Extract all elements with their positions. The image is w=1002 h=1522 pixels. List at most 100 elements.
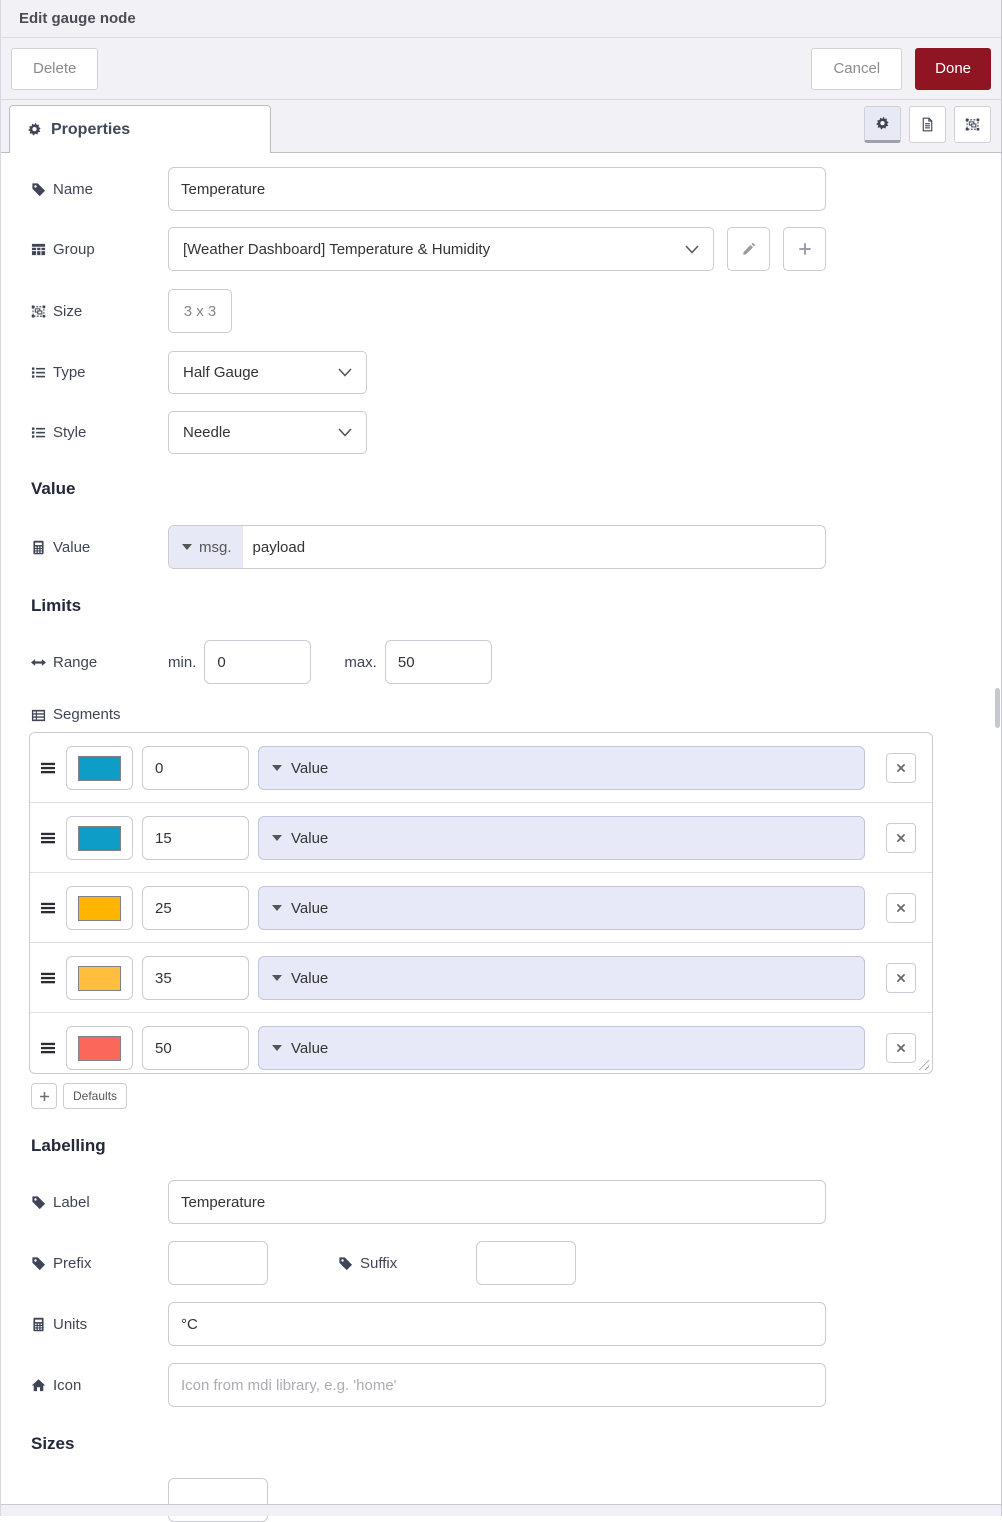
plus-icon bbox=[39, 1091, 50, 1102]
suffix-input[interactable] bbox=[476, 1241, 576, 1285]
defaults-button[interactable]: Defaults bbox=[63, 1083, 128, 1109]
remove-segment-button[interactable] bbox=[886, 823, 916, 853]
typed-input-type-label: msg. bbox=[199, 538, 232, 556]
tag-icon bbox=[31, 182, 46, 197]
range-min-label: min. bbox=[168, 653, 197, 671]
segment-value-input[interactable] bbox=[142, 886, 249, 930]
group-select[interactable]: [Weather Dashboard] Temperature & Humidi… bbox=[168, 227, 714, 271]
segment-type-select[interactable]: Value bbox=[258, 816, 865, 860]
caret-down-icon bbox=[272, 1045, 282, 1051]
segment-type-select[interactable]: Value bbox=[258, 746, 865, 790]
delete-button[interactable]: Delete bbox=[11, 47, 99, 90]
group-edit-button[interactable] bbox=[727, 227, 770, 271]
tab-button-settings[interactable] bbox=[864, 106, 901, 143]
size-button[interactable]: 3 x 3 bbox=[168, 289, 232, 333]
range-label: Range bbox=[31, 654, 168, 671]
segment-type-select[interactable]: Value bbox=[258, 1026, 865, 1070]
remove-segment-button[interactable] bbox=[886, 1033, 916, 1063]
segment-row: Value bbox=[30, 872, 932, 942]
tab-properties[interactable]: Properties bbox=[9, 105, 271, 153]
units-input[interactable] bbox=[168, 1302, 826, 1346]
style-select[interactable]: Needle bbox=[168, 411, 367, 454]
chevron-down-icon bbox=[338, 428, 352, 437]
tag-icon bbox=[338, 1256, 353, 1271]
segment-row: Value bbox=[30, 942, 932, 1012]
drag-handle-icon[interactable] bbox=[40, 830, 56, 846]
add-segment-button[interactable] bbox=[31, 1083, 57, 1109]
typed-input-value: payload bbox=[252, 538, 306, 556]
drag-handle-icon[interactable] bbox=[40, 760, 56, 776]
home-icon bbox=[31, 1378, 46, 1393]
style-row: Style Needle bbox=[31, 411, 1001, 454]
value-typed-input[interactable]: msg. payload bbox=[168, 525, 826, 569]
type-label: Type bbox=[31, 364, 168, 381]
name-input[interactable] bbox=[168, 167, 826, 211]
segment-color-button[interactable] bbox=[66, 1026, 133, 1070]
segment-color-button[interactable] bbox=[66, 816, 133, 860]
caret-down-icon bbox=[272, 905, 282, 911]
remove-segment-button[interactable] bbox=[886, 753, 916, 783]
segment-value-input[interactable] bbox=[142, 956, 249, 1000]
type-select-value: Half Gauge bbox=[183, 364, 259, 381]
close-icon bbox=[896, 833, 906, 843]
tab-button-appearance[interactable] bbox=[954, 106, 991, 143]
caret-down-icon bbox=[182, 544, 192, 550]
caret-down-icon bbox=[272, 975, 282, 981]
segment-value-input[interactable] bbox=[142, 816, 249, 860]
segment-value-input[interactable] bbox=[142, 1026, 249, 1070]
close-icon bbox=[896, 1043, 906, 1053]
tab-bar: Properties bbox=[1, 100, 1001, 153]
segment-color-swatch bbox=[78, 965, 121, 991]
done-button[interactable]: Done bbox=[915, 47, 991, 90]
group-row: Group [Weather Dashboard] Temperature & … bbox=[31, 227, 1001, 271]
file-icon bbox=[920, 117, 935, 132]
section-value: Value bbox=[31, 479, 76, 498]
range-row: Range min. max. bbox=[31, 640, 1001, 684]
drag-handle-icon[interactable] bbox=[40, 1040, 56, 1056]
segment-type-select[interactable]: Value bbox=[258, 886, 865, 930]
calculator-icon bbox=[31, 540, 46, 555]
dialog-header: Edit gauge node bbox=[1, 0, 1001, 38]
list-icon bbox=[31, 365, 46, 380]
segment-color-button[interactable] bbox=[66, 956, 133, 1000]
style-select-value: Needle bbox=[183, 424, 231, 441]
segments-list: Value Value Value bbox=[29, 732, 933, 1074]
segment-color-swatch bbox=[78, 825, 121, 851]
segment-value-input[interactable] bbox=[142, 746, 249, 790]
type-select[interactable]: Half Gauge bbox=[168, 351, 367, 394]
tab-button-description[interactable] bbox=[909, 106, 946, 143]
segment-type-value: Value bbox=[291, 969, 329, 987]
close-icon bbox=[896, 763, 906, 773]
drag-handle-icon[interactable] bbox=[40, 970, 56, 986]
plus-icon bbox=[798, 242, 812, 256]
cancel-button[interactable]: Cancel bbox=[811, 47, 903, 90]
typed-input-type-button[interactable]: msg. bbox=[169, 526, 243, 568]
th-list-icon bbox=[31, 708, 46, 723]
segment-type-value: Value bbox=[291, 829, 329, 847]
pencil-icon bbox=[742, 242, 756, 256]
name-label: Name bbox=[31, 181, 168, 198]
label-input[interactable] bbox=[168, 1180, 826, 1224]
label-row: Label bbox=[31, 1180, 1001, 1224]
group-add-button[interactable] bbox=[783, 227, 826, 271]
icon-input[interactable] bbox=[168, 1363, 826, 1407]
range-min-input[interactable] bbox=[204, 640, 312, 684]
remove-segment-button[interactable] bbox=[886, 963, 916, 993]
gear-icon bbox=[27, 122, 42, 137]
size-label: Size bbox=[31, 303, 168, 320]
range-max-input[interactable] bbox=[384, 640, 492, 684]
segment-type-select[interactable]: Value bbox=[258, 956, 865, 1000]
label-label: Label bbox=[31, 1194, 168, 1211]
remove-segment-button[interactable] bbox=[886, 893, 916, 923]
edit-node-dialog: Edit gauge node Delete Cancel Done Prope… bbox=[0, 0, 1002, 1522]
properties-form: Name Group [Weather Dashboard] Temperatu… bbox=[1, 153, 1001, 1522]
close-icon bbox=[896, 973, 906, 983]
tag-icon bbox=[31, 1256, 46, 1271]
segment-color-button[interactable] bbox=[66, 746, 133, 790]
prefix-input[interactable] bbox=[168, 1241, 268, 1285]
scrollbar-thumb[interactable] bbox=[995, 688, 1000, 728]
drag-handle-icon[interactable] bbox=[40, 900, 56, 916]
type-row: Type Half Gauge bbox=[31, 351, 1001, 394]
caret-down-icon bbox=[272, 835, 282, 841]
segment-color-button[interactable] bbox=[66, 886, 133, 930]
